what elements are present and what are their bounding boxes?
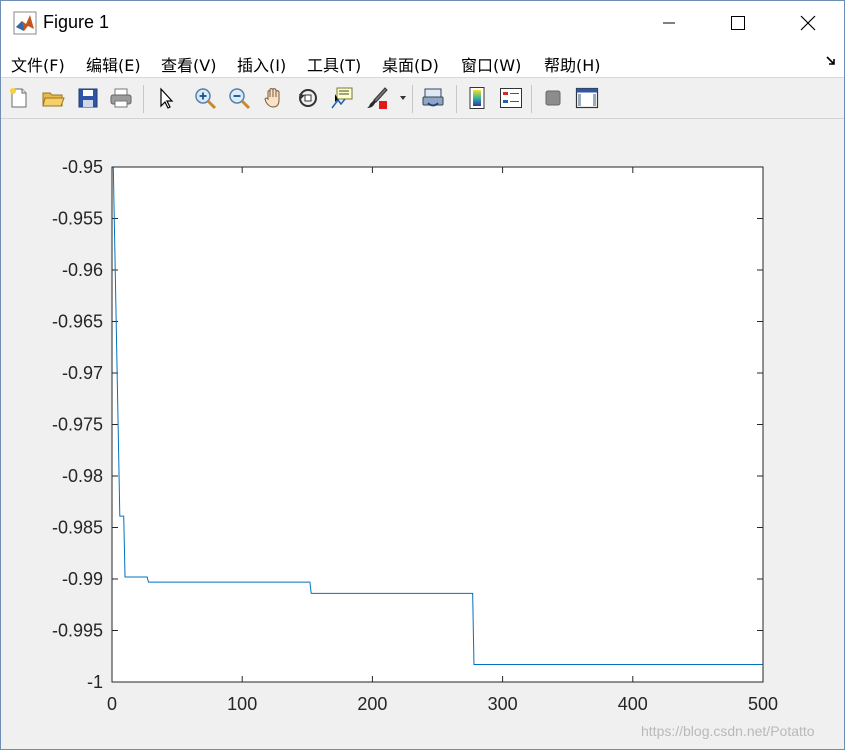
minimize-button[interactable] — [634, 1, 704, 45]
menu-tools[interactable]: 工具(T) — [307, 52, 361, 76]
new-figure-icon — [10, 88, 27, 108]
y-tick-label: -0.975 — [52, 415, 103, 435]
series-line-0[interactable] — [112, 166, 763, 665]
y-tick-label: -0.95 — [62, 157, 103, 177]
legend-icon — [500, 88, 522, 108]
pan-button[interactable] — [260, 84, 288, 112]
menu-view[interactable]: 查看(V) — [161, 52, 216, 76]
print-icon — [110, 88, 132, 108]
hide-plot-tools-button[interactable] — [539, 84, 567, 112]
toolbar-separator — [143, 85, 144, 113]
save-button[interactable] — [74, 84, 102, 112]
x-tick-label: 200 — [357, 694, 387, 714]
hide-plot-tools-icon — [545, 90, 561, 106]
link-plot-icon — [422, 88, 444, 107]
edit-plot-button[interactable] — [152, 84, 180, 112]
y-tick-label: -0.985 — [52, 518, 103, 538]
window-title: Figure 1 — [43, 12, 110, 32]
y-tick-label: -0.955 — [52, 209, 103, 229]
maximize-button[interactable] — [703, 1, 773, 45]
y-tick-label: -0.97 — [62, 363, 103, 383]
open-file-icon — [42, 92, 65, 107]
y-tick-label: -0.96 — [62, 260, 103, 280]
close-button[interactable] — [773, 1, 843, 45]
colorbar-icon — [469, 87, 485, 109]
save-icon — [78, 88, 98, 108]
axes-frame — [111, 166, 764, 683]
y-tick-label: -1 — [87, 672, 103, 692]
menu-edit[interactable]: 编辑(E) — [86, 52, 141, 76]
brush-icon — [367, 87, 388, 109]
new-figure-button[interactable] — [5, 84, 33, 112]
x-tick-label: 300 — [488, 694, 518, 714]
title-bar: Figure 1 — [1, 1, 844, 45]
toolbar-separator — [531, 85, 532, 113]
print-button[interactable] — [107, 84, 135, 112]
minimize-icon — [663, 22, 675, 24]
x-tick-label: 400 — [618, 694, 648, 714]
y-tick-label: -0.965 — [52, 312, 103, 332]
zoom-out-icon — [229, 88, 251, 110]
menu-file[interactable]: 文件(F) — [11, 52, 65, 76]
figure-window: Figure 1 文件(F) 编辑(E) 查看(V) 插入(I) 工具(T) 桌… — [0, 0, 845, 750]
y-tick-label: -0.99 — [62, 569, 103, 589]
y-tick-label: -0.98 — [62, 466, 103, 486]
brush-dropdown-icon[interactable] — [399, 94, 407, 102]
menu-help[interactable]: 帮助(H) — [544, 52, 601, 76]
dock-arrow-icon[interactable] — [825, 55, 837, 67]
y-tick-label: -0.995 — [52, 621, 103, 641]
legend-button[interactable] — [497, 84, 525, 112]
maximize-icon — [731, 16, 745, 30]
link-plot-button[interactable] — [419, 84, 447, 112]
zoom-in-icon — [195, 88, 217, 110]
matlab-logo-icon — [13, 11, 37, 35]
show-plot-tools-button[interactable] — [573, 84, 601, 112]
x-tick-label: 0 — [107, 694, 117, 714]
menu-window[interactable]: 窗口(W) — [461, 52, 521, 76]
menu-insert[interactable]: 插入(I) — [237, 52, 286, 76]
toolbar-separator — [412, 85, 413, 113]
x-tick-label: 100 — [227, 694, 257, 714]
close-icon — [800, 15, 816, 31]
x-tick-label: 500 — [748, 694, 778, 714]
show-plot-tools-icon — [575, 87, 599, 109]
figure-canvas: 0 100 200 300 400 500 -0.95 -0.955 -0.96 -0.965 -0… — [1, 120, 844, 749]
toolbar-separator — [456, 85, 457, 113]
watermark-text: https://blog.csdn.net/Potatto — [641, 723, 815, 739]
open-file-button[interactable] — [39, 84, 67, 112]
menu-bar: 文件(F) 编辑(E) 查看(V) 插入(I) 工具(T) 桌面(D) 窗口(W… — [1, 45, 844, 78]
zoom-in-button[interactable] — [191, 84, 219, 112]
pan-icon — [264, 88, 280, 108]
brush-button[interactable] — [363, 84, 391, 112]
figure-toolbar — [1, 79, 844, 119]
line-chart[interactable]: 0 100 200 300 400 500 -0.95 -0.955 -0.96 -0.965 -0… — [1, 120, 844, 749]
edit-plot-icon — [160, 87, 174, 109]
colorbar-button[interactable] — [463, 84, 491, 112]
rotate-3d-button[interactable] — [294, 84, 322, 112]
zoom-out-button[interactable] — [225, 84, 253, 112]
menu-desktop[interactable]: 桌面(D) — [382, 52, 439, 76]
rotate-3d-icon — [299, 89, 317, 107]
data-cursor-button[interactable] — [328, 84, 356, 112]
data-cursor-icon — [331, 87, 353, 109]
